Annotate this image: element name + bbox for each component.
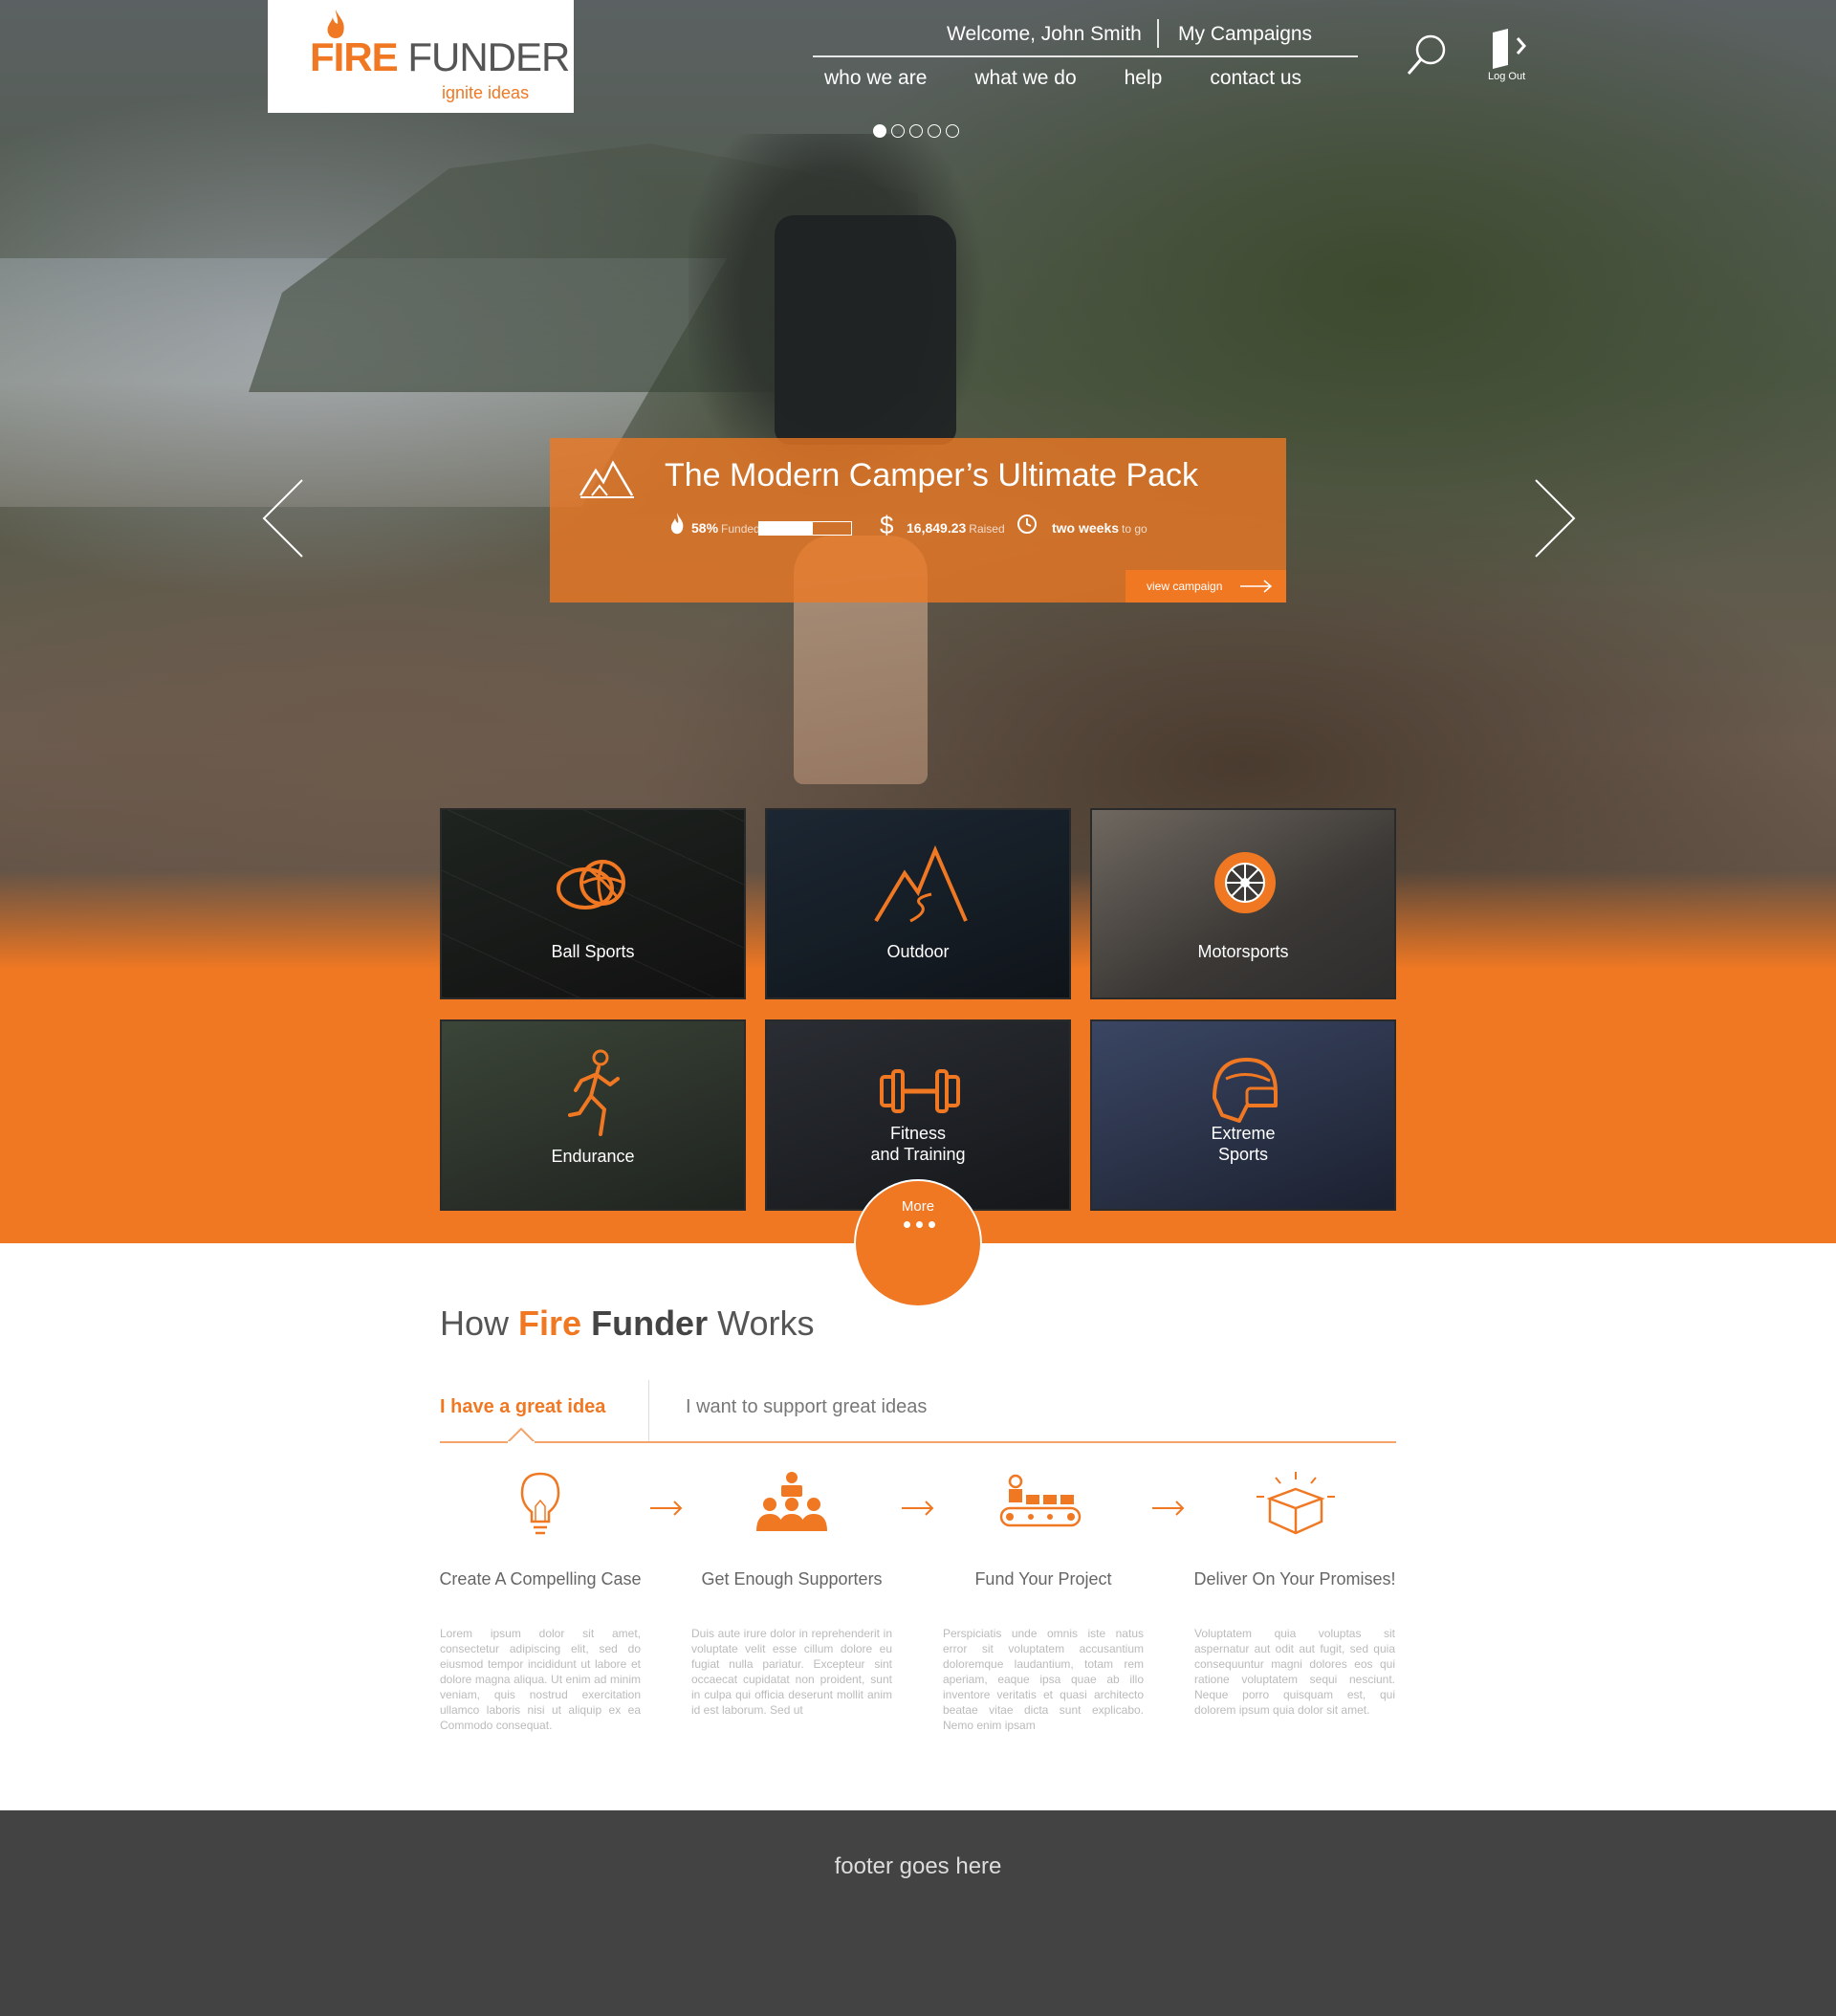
time-left-stat: two weeks to go <box>1052 520 1148 536</box>
category-outdoor[interactable]: Outdoor <box>765 808 1071 999</box>
time-label: to go <box>1122 522 1148 536</box>
category-label-line1: Extreme <box>1211 1124 1276 1143</box>
how-it-works-title: How Fire Funder Works <box>440 1304 814 1344</box>
step-description: Voluptatem quia voluptas sit aspernatur … <box>1194 1627 1395 1717</box>
nav-contact-us[interactable]: contact us <box>1210 67 1301 90</box>
logo-fire: FIRE <box>310 34 399 79</box>
view-campaign-label: view campaign <box>1147 580 1223 593</box>
category-label: Motorsports <box>1197 942 1289 961</box>
category-label: Ball Sports <box>551 942 635 961</box>
tab-underline <box>440 1441 1396 1443</box>
slider-dot-3[interactable] <box>909 124 923 138</box>
how-it-works-section <box>0 1243 1836 1810</box>
title-funder: Funder <box>591 1304 709 1343</box>
step-title: Get Enough Supporters <box>701 1569 883 1589</box>
category-label-line1: Fitness <box>889 1124 947 1143</box>
step-description: Perspiciatis unde omnis iste natus error… <box>943 1627 1144 1732</box>
box-icon <box>1257 1472 1335 1535</box>
step-title: Create A Compelling Case <box>439 1569 642 1589</box>
welcome-text: Welcome, John Smith <box>947 23 1142 45</box>
flame-icon <box>670 513 684 535</box>
ellipsis-icon <box>904 1221 935 1228</box>
title-fire: Fire <box>518 1304 582 1343</box>
campaign-stats: 58% Funded $ 16,849.23 Raised two weeks to … <box>669 511 1262 541</box>
funded-percent: 58% <box>691 520 719 536</box>
arrow-right-icon <box>902 1501 934 1516</box>
category-extreme-sports[interactable]: Extreme Sports <box>1090 1019 1396 1211</box>
title-pre: How <box>440 1304 510 1343</box>
dollar-icon: $ <box>880 511 894 539</box>
funding-progress-bar <box>758 521 852 536</box>
nav-who-we-are[interactable]: who we are <box>824 67 927 90</box>
user-bar: Welcome, John Smith My Campaigns <box>813 17 1358 57</box>
logo-funder: FUNDER <box>407 34 570 79</box>
step-description: Duis aute irure dolor in reprehenderit i… <box>691 1627 892 1717</box>
nav-help[interactable]: help <box>1125 67 1163 90</box>
funding-progress-fill <box>759 522 813 535</box>
main-nav: who we are what we do help contact us <box>824 67 1301 90</box>
arrow-right-icon <box>1240 580 1273 593</box>
campaign-title: The Modern Camper’s Ultimate Pack <box>665 457 1199 493</box>
step-title: Fund Your Project <box>974 1569 1112 1589</box>
lightbulb-icon <box>520 1472 560 1535</box>
raised-label: Raised <box>969 522 1005 536</box>
slider-dot-1[interactable] <box>873 124 886 138</box>
footer: footer goes here <box>0 1810 1836 2016</box>
clock-icon <box>1017 515 1037 534</box>
hero-backpack <box>775 215 956 445</box>
nav-what-we-do[interactable]: what we do <box>974 67 1076 90</box>
view-campaign-button[interactable]: view campaign <box>1126 570 1286 603</box>
slider-dots <box>873 124 959 138</box>
time-left: two weeks <box>1052 520 1120 536</box>
conveyor-icon <box>999 1474 1082 1527</box>
mountain-camp-icon <box>579 460 634 498</box>
slider-dot-2[interactable] <box>891 124 905 138</box>
chevron-right-icon[interactable] <box>1530 478 1578 559</box>
category-label-line2: Sports <box>1217 1145 1269 1164</box>
raised-stat: 16,849.23 Raised <box>907 520 1005 536</box>
slider-dot-4[interactable] <box>928 124 941 138</box>
logo-tagline: ignite ideas <box>442 83 530 102</box>
funded-stat: 58% Funded <box>691 520 760 536</box>
slider-dot-5[interactable] <box>946 124 959 138</box>
runner-icon <box>568 1049 620 1136</box>
search-icon[interactable] <box>1406 33 1448 77</box>
featured-campaign-card: The Modern Camper’s Ultimate Pack 58% Fun… <box>550 438 1286 603</box>
tab-support-ideas[interactable]: I want to support great ideas <box>686 1396 927 1418</box>
category-motorsports[interactable]: Motorsports <box>1090 808 1396 999</box>
category-endurance[interactable]: Endurance <box>440 1019 746 1211</box>
funded-label: Funded <box>721 522 760 536</box>
user-bar-divider <box>1157 19 1159 48</box>
arrow-right-icon <box>650 1501 683 1516</box>
arrow-right-icon <box>1152 1501 1185 1516</box>
supporters-icon <box>756 1472 827 1531</box>
step-title: Deliver On Your Promises! <box>1193 1569 1396 1589</box>
more-categories-button[interactable]: More <box>854 1179 982 1307</box>
title-post: Works <box>717 1304 815 1343</box>
category-label: Endurance <box>551 1147 635 1166</box>
tab-great-idea[interactable]: I have a great idea <box>440 1396 605 1418</box>
category-label-line2: and Training <box>870 1145 966 1164</box>
chevron-left-icon[interactable] <box>260 478 308 559</box>
footer-text: footer goes here <box>834 1853 1002 1879</box>
logout-label[interactable]: Log Out <box>1488 71 1525 82</box>
logo-title: FIRE FUNDER <box>310 34 570 80</box>
my-campaigns-link[interactable]: My Campaigns <box>1178 23 1312 46</box>
tab-divider <box>648 1380 649 1441</box>
more-label: More <box>901 1198 935 1215</box>
step-description: Lorem ipsum dolor sit amet, consectetur … <box>440 1627 641 1732</box>
ball-icon <box>557 860 625 909</box>
mountain-icon <box>874 844 968 923</box>
tab-indicator <box>508 1428 535 1443</box>
raised-amount: 16,849.23 <box>907 520 967 536</box>
tire-icon <box>1214 852 1276 913</box>
category-label: Outdoor <box>886 942 950 961</box>
category-ball-sports[interactable]: Ball Sports <box>440 808 746 999</box>
